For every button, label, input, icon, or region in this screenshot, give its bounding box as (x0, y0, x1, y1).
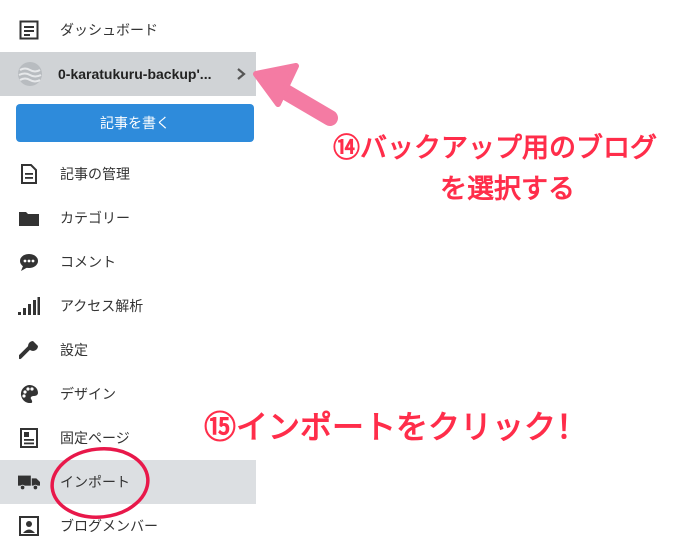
annotation-step14-line2: を選択する (440, 174, 575, 205)
annotation-step14-line1: ⑭バックアップ用のブログ (333, 133, 657, 164)
annotation-arrow (253, 63, 338, 126)
annotation-step15: ⑮インポートをクリック！ (204, 408, 589, 446)
annotation-circle (50, 447, 150, 519)
